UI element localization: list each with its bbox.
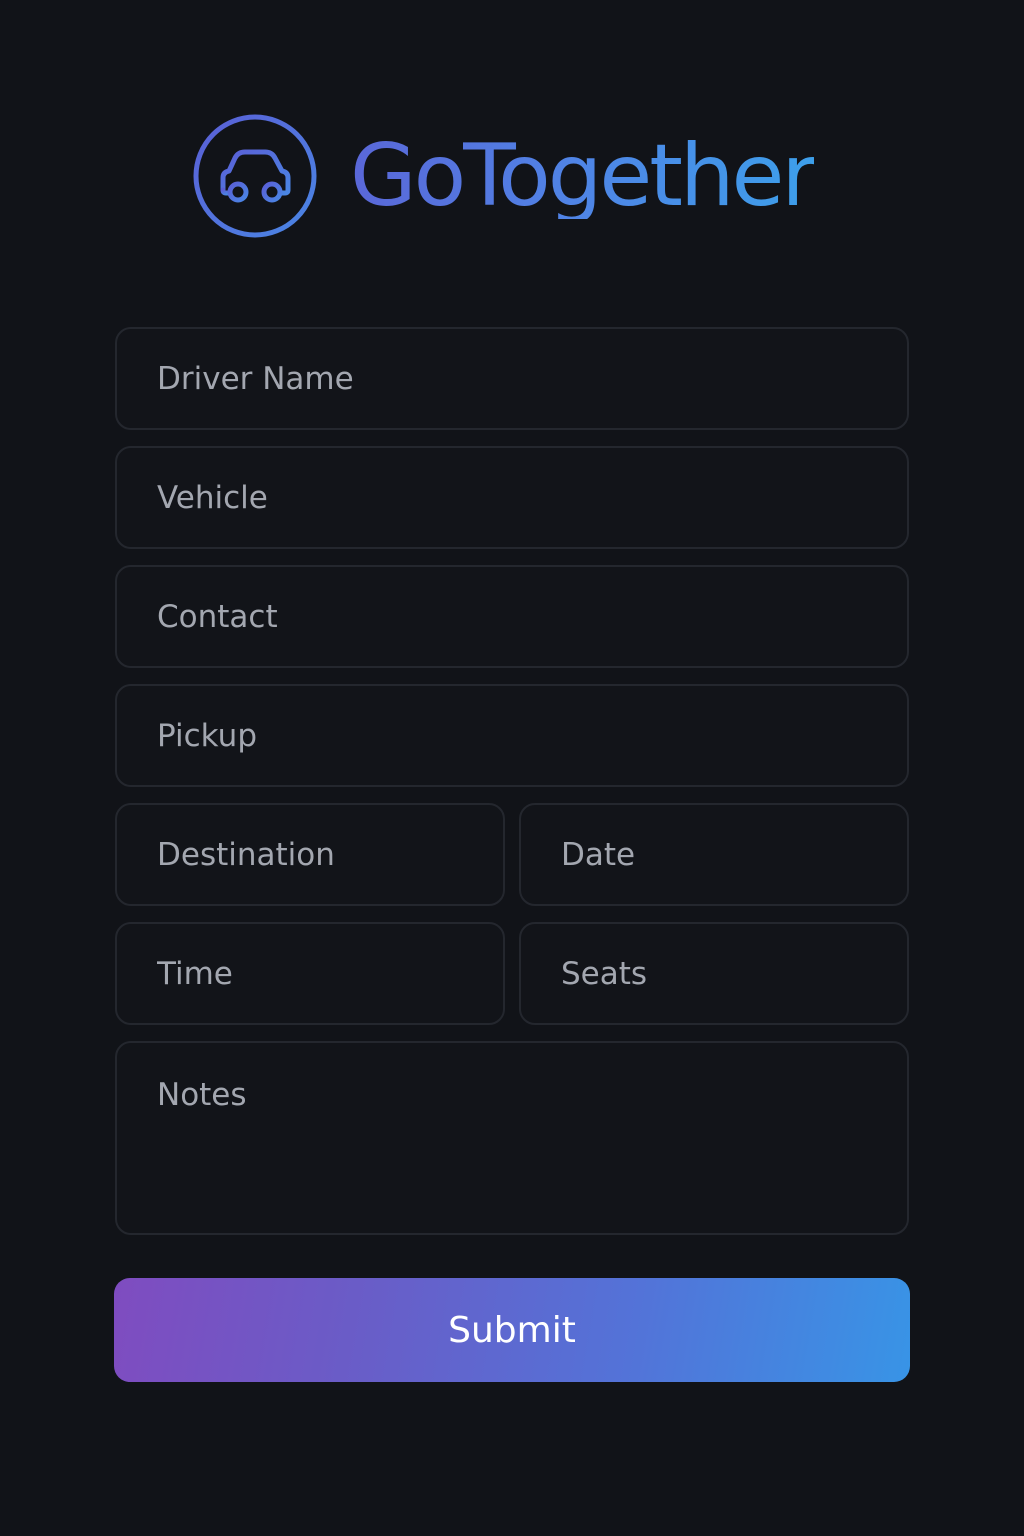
pickup-field[interactable] <box>115 684 909 787</box>
contact-field[interactable] <box>115 565 909 668</box>
contact-input[interactable] <box>157 598 907 635</box>
date-input[interactable] <box>561 836 907 873</box>
vehicle-field[interactable] <box>115 446 909 549</box>
destination-field[interactable] <box>115 803 505 906</box>
ride-offer-form <box>115 327 909 1235</box>
date-field[interactable] <box>519 803 909 906</box>
time-input[interactable] <box>157 955 503 992</box>
driver-name-input[interactable] <box>157 360 907 397</box>
pickup-input[interactable] <box>157 717 907 754</box>
seats-input[interactable] <box>561 955 907 992</box>
destination-input[interactable] <box>157 836 503 873</box>
submit-button[interactable]: Submit <box>114 1278 910 1382</box>
app-header: GoTogether <box>192 112 817 240</box>
seats-field[interactable] <box>519 922 909 1025</box>
destination-date-row <box>115 803 909 922</box>
app-title: GoTogether <box>350 126 817 226</box>
notes-field[interactable] <box>115 1041 909 1235</box>
time-seats-row <box>115 922 909 1041</box>
vehicle-input[interactable] <box>157 479 907 516</box>
notes-textarea[interactable] <box>157 1077 907 1217</box>
driver-name-field[interactable] <box>115 327 909 430</box>
car-in-circle-icon <box>193 114 317 238</box>
time-field[interactable] <box>115 922 505 1025</box>
